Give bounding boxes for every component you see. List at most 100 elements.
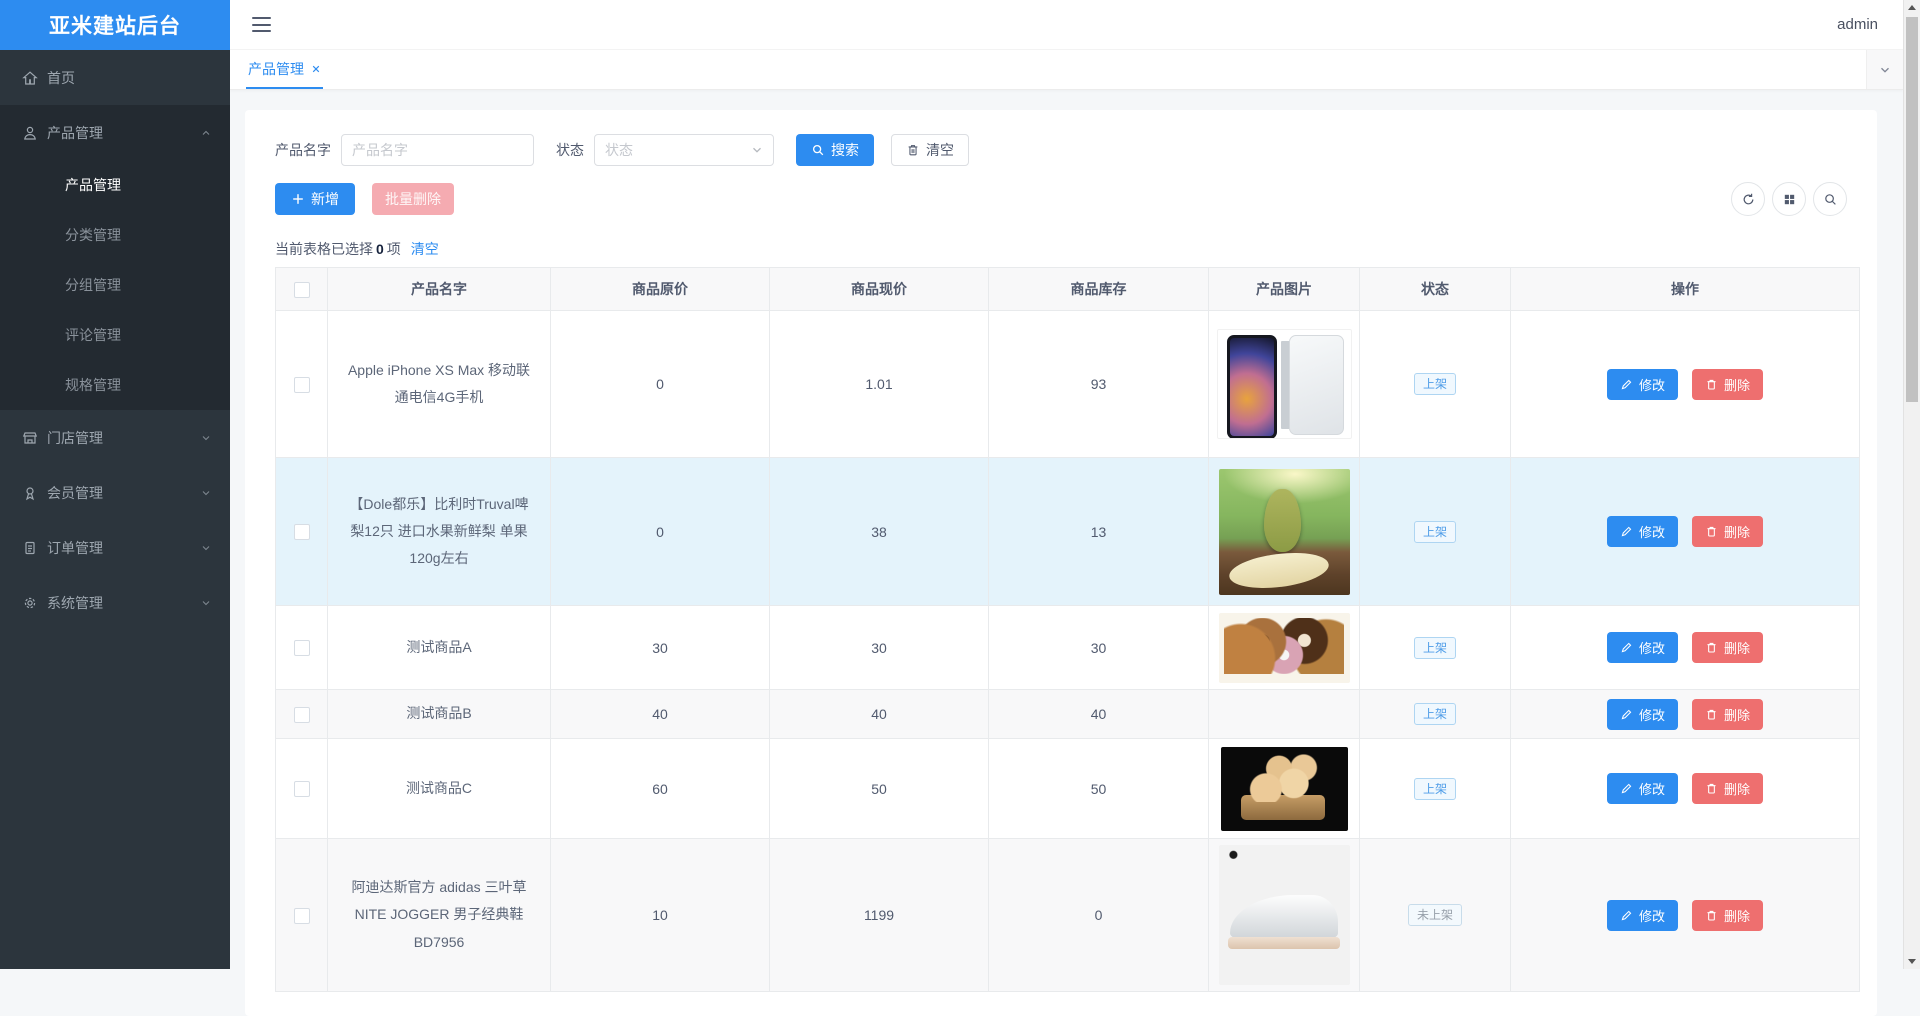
row-checkbox[interactable] (294, 524, 310, 540)
sidebar-subitem-product[interactable]: 产品管理 (0, 160, 230, 210)
header-stock: 商品库存 (989, 268, 1209, 311)
scrollbar-up-arrow[interactable] (1904, 0, 1920, 16)
price-current: 38 (770, 458, 989, 606)
row-checkbox[interactable] (294, 707, 310, 723)
tab-product-management[interactable]: 产品管理 (246, 50, 323, 89)
selection-info: 当前表格已选择0项清空 (275, 239, 1847, 259)
header-product-name: 产品名字 (328, 268, 551, 311)
tab-label: 产品管理 (248, 59, 304, 79)
main-content: 产品名字 状态 状态 搜索 清空 (230, 90, 1903, 969)
filter-row: 产品名字 状态 状态 搜索 清空 (275, 134, 1847, 166)
row-checkbox[interactable] (294, 908, 310, 924)
app-logo: 亚米建站后台 (0, 0, 230, 50)
sidebar-item-store[interactable]: 门店管理 (0, 410, 230, 465)
delete-button[interactable]: 删除 (1692, 900, 1763, 931)
status-badge: 上架 (1414, 637, 1456, 659)
price-original: 40 (551, 690, 770, 739)
trash-icon (1705, 525, 1718, 538)
row-checkbox[interactable] (294, 377, 310, 393)
status-select[interactable]: 状态 (594, 134, 774, 166)
product-name: 测试商品B (328, 690, 551, 739)
member-icon (22, 485, 38, 501)
header-operations: 操作 (1511, 268, 1860, 311)
status-badge: 上架 (1414, 373, 1456, 395)
delete-button[interactable]: 删除 (1692, 773, 1763, 804)
stock: 13 (989, 458, 1209, 606)
tab-list-dropdown-button[interactable] (1866, 50, 1903, 89)
status-badge: 上架 (1414, 703, 1456, 725)
table-row: Apple iPhone XS Max 移动联通电信4G手机 0 1.01 93… (276, 311, 1860, 458)
vertical-scrollbar[interactable] (1903, 0, 1920, 969)
edit-button[interactable]: 修改 (1607, 369, 1678, 400)
select-all-cell (276, 268, 328, 311)
refresh-button[interactable] (1731, 182, 1765, 216)
delete-button[interactable]: 删除 (1692, 699, 1763, 730)
price-original: 30 (551, 606, 770, 690)
product-name: 测试商品C (328, 739, 551, 839)
trash-icon (1705, 909, 1718, 922)
edit-button[interactable]: 修改 (1607, 632, 1678, 663)
scrollbar-down-arrow[interactable] (1904, 953, 1920, 969)
edit-button[interactable]: 修改 (1607, 516, 1678, 547)
current-user[interactable]: admin (1837, 16, 1878, 33)
product-name: Apple iPhone XS Max 移动联通电信4G手机 (328, 311, 551, 458)
status-select-placeholder: 状态 (605, 140, 633, 160)
status-badge: 上架 (1414, 521, 1456, 543)
table-row: 测试商品C 60 50 50 上架 修改 删除 (276, 739, 1860, 839)
product-name-input[interactable] (341, 134, 534, 166)
trash-icon (1705, 782, 1718, 795)
sidebar-subitem-category[interactable]: 分类管理 (0, 210, 230, 260)
row-checkbox[interactable] (294, 640, 310, 656)
sidebar-item-product-management[interactable]: 产品管理 (0, 105, 230, 160)
batch-delete-button[interactable]: 批量删除 (372, 183, 454, 215)
product-image (1217, 329, 1352, 439)
table-row: 测试商品B 40 40 40 上架 修改 删除 (276, 690, 1860, 739)
edit-pen-icon (1620, 782, 1633, 795)
sidebar-subitem-comment[interactable]: 评论管理 (0, 310, 230, 360)
search-button[interactable]: 搜索 (796, 134, 874, 166)
product-list-card: 产品名字 状态 状态 搜索 清空 (245, 110, 1877, 1016)
edit-button[interactable]: 修改 (1607, 900, 1678, 931)
add-button[interactable]: 新增 (275, 183, 355, 215)
sidebar-item-order[interactable]: 订单管理 (0, 520, 230, 575)
sidebar-subitem-group[interactable]: 分组管理 (0, 260, 230, 310)
sidebar-group-product: 产品管理 产品管理 分类管理 分组管理 评论管理 规格管理 (0, 105, 230, 410)
chevron-down-icon (200, 597, 212, 609)
stock: 93 (989, 311, 1209, 458)
stock: 50 (989, 739, 1209, 839)
select-all-checkbox[interactable] (294, 282, 310, 298)
delete-button[interactable]: 删除 (1692, 369, 1763, 400)
edit-pen-icon (1620, 909, 1633, 922)
trash-icon (906, 143, 920, 157)
sidebar-item-home[interactable]: 首页 (0, 50, 230, 105)
trash-icon (1705, 378, 1718, 391)
product-image (1219, 845, 1350, 985)
table-row: 【Dole都乐】比利时Truval啤梨12只 进口水果新鲜梨 单果120g左右 … (276, 458, 1860, 606)
product-name: 【Dole都乐】比利时Truval啤梨12只 进口水果新鲜梨 单果120g左右 (328, 458, 551, 606)
chevron-down-icon (200, 432, 212, 444)
clear-filter-button[interactable]: 清空 (891, 134, 969, 166)
product-name-label: 产品名字 (275, 140, 331, 160)
hamburger-menu-icon[interactable] (252, 17, 271, 32)
delete-button[interactable]: 删除 (1692, 632, 1763, 663)
tab-bar: 产品管理 (230, 50, 1903, 90)
sidebar-item-system[interactable]: 系统管理 (0, 575, 230, 630)
header-image: 产品图片 (1209, 268, 1360, 311)
row-checkbox[interactable] (294, 781, 310, 797)
edit-button[interactable]: 修改 (1607, 773, 1678, 804)
delete-button[interactable]: 删除 (1692, 516, 1763, 547)
sidebar: 亚米建站后台 首页 产品管理 产品管理 分类管理 分组管理 评论管理 规格管理 … (0, 0, 230, 969)
scrollbar-thumb[interactable] (1906, 17, 1918, 402)
product-name: 测试商品A (328, 606, 551, 690)
sidebar-subitem-spec[interactable]: 规格管理 (0, 360, 230, 410)
table-search-button[interactable] (1813, 182, 1847, 216)
close-icon[interactable] (311, 64, 321, 74)
table-header-row: 产品名字 商品原价 商品现价 商品库存 产品图片 状态 操作 (276, 268, 1860, 311)
clear-selection-link[interactable]: 清空 (411, 241, 439, 257)
column-settings-button[interactable] (1772, 182, 1806, 216)
stock: 40 (989, 690, 1209, 739)
sidebar-item-member[interactable]: 会员管理 (0, 465, 230, 520)
refresh-icon (1741, 192, 1756, 207)
edit-button[interactable]: 修改 (1607, 699, 1678, 730)
trash-icon (1705, 641, 1718, 654)
